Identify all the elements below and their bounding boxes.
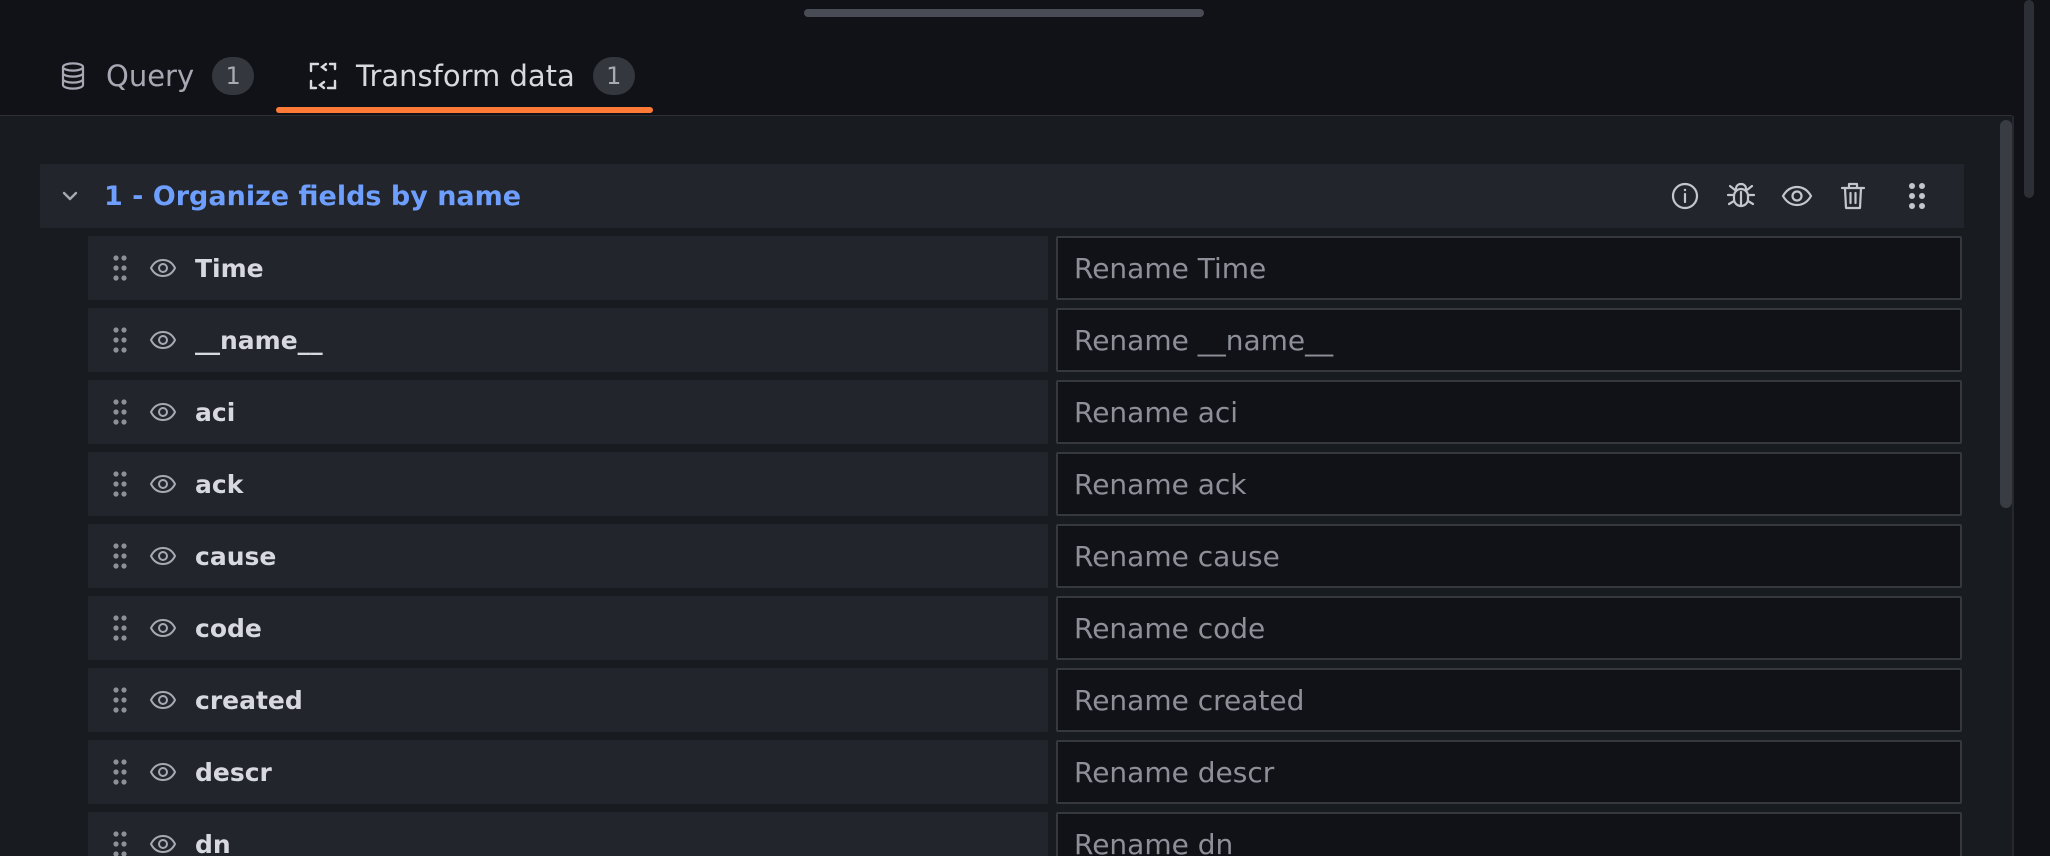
field-name: created bbox=[195, 685, 303, 715]
tab-transform-label: Transform data bbox=[356, 59, 575, 93]
drag-handle-icon[interactable] bbox=[110, 253, 130, 283]
field-label-cell: code bbox=[88, 596, 1048, 660]
transformation-header[interactable]: 1 - Organize fields by name bbox=[40, 164, 1964, 228]
app-root: Query 1 Transform data 1 1 - Organize fi… bbox=[0, 0, 2050, 856]
rename-field-input[interactable] bbox=[1056, 740, 1962, 804]
info-icon[interactable] bbox=[1668, 179, 1702, 213]
field-name: dn bbox=[195, 829, 231, 856]
field-name: __name__ bbox=[195, 325, 323, 355]
drag-handle-icon[interactable] bbox=[1900, 179, 1934, 213]
field-row: Time bbox=[88, 236, 1964, 300]
field-name: Time bbox=[195, 253, 264, 283]
drag-handle-icon[interactable] bbox=[110, 757, 130, 787]
rename-field-input[interactable] bbox=[1056, 668, 1962, 732]
tab-query-count: 1 bbox=[212, 57, 255, 95]
debug-icon[interactable] bbox=[1724, 179, 1758, 213]
transform-icon bbox=[308, 61, 338, 91]
rename-field-input[interactable] bbox=[1056, 524, 1962, 588]
eye-icon[interactable] bbox=[1780, 179, 1814, 213]
field-label-cell: descr bbox=[88, 740, 1048, 804]
drag-handle-icon[interactable] bbox=[110, 829, 130, 856]
eye-icon[interactable] bbox=[148, 541, 178, 571]
drag-handle-icon[interactable] bbox=[110, 397, 130, 427]
drag-handle-icon[interactable] bbox=[110, 469, 130, 499]
rename-field-input[interactable] bbox=[1056, 236, 1962, 300]
field-name: descr bbox=[195, 757, 272, 787]
field-label-cell: cause bbox=[88, 524, 1048, 588]
database-icon bbox=[58, 61, 88, 91]
eye-icon[interactable] bbox=[148, 757, 178, 787]
rename-field-input[interactable] bbox=[1056, 308, 1962, 372]
eye-icon[interactable] bbox=[148, 829, 178, 856]
page-scrollbar[interactable] bbox=[2024, 0, 2034, 198]
field-name: aci bbox=[195, 397, 236, 427]
eye-icon[interactable] bbox=[148, 253, 178, 283]
field-name: ack bbox=[195, 469, 244, 499]
eye-icon[interactable] bbox=[148, 685, 178, 715]
panel-edge bbox=[2012, 116, 2014, 856]
field-row: created bbox=[88, 668, 1964, 732]
eye-icon[interactable] bbox=[148, 613, 178, 643]
field-row: aci bbox=[88, 380, 1964, 444]
rename-field-input[interactable] bbox=[1056, 812, 1962, 856]
editor-tabs: Query 1 Transform data 1 bbox=[0, 0, 2012, 116]
drag-handle-icon[interactable] bbox=[110, 613, 130, 643]
tab-transform-count: 1 bbox=[592, 57, 635, 95]
drag-handle-icon[interactable] bbox=[110, 541, 130, 571]
tab-transform-data[interactable]: Transform data 1 bbox=[308, 52, 635, 100]
eye-icon[interactable] bbox=[148, 469, 178, 499]
field-label-cell: Time bbox=[88, 236, 1048, 300]
field-row: cause bbox=[88, 524, 1964, 588]
field-row: __name__ bbox=[88, 308, 1964, 372]
rename-field-input[interactable] bbox=[1056, 380, 1962, 444]
transformation-title[interactable]: 1 - Organize fields by name bbox=[104, 181, 521, 212]
active-tab-indicator bbox=[276, 107, 653, 113]
field-label-cell: ack bbox=[88, 452, 1048, 516]
field-label-cell: aci bbox=[88, 380, 1048, 444]
field-row: ack bbox=[88, 452, 1964, 516]
drag-handle-icon[interactable] bbox=[110, 325, 130, 355]
field-row: code bbox=[88, 596, 1964, 660]
tab-query[interactable]: Query 1 bbox=[58, 52, 255, 100]
field-label-cell: __name__ bbox=[88, 308, 1048, 372]
field-row: dn bbox=[88, 812, 1964, 856]
tab-query-label: Query bbox=[106, 59, 195, 93]
field-name: code bbox=[195, 613, 262, 643]
field-label-cell: created bbox=[88, 668, 1048, 732]
eye-icon[interactable] bbox=[148, 325, 178, 355]
field-name: cause bbox=[195, 541, 277, 571]
field-row: descr bbox=[88, 740, 1964, 804]
field-label-cell: dn bbox=[88, 812, 1048, 856]
drag-handle-icon[interactable] bbox=[110, 685, 130, 715]
rename-field-input[interactable] bbox=[1056, 452, 1962, 516]
trash-icon[interactable] bbox=[1836, 179, 1870, 213]
transformation-actions bbox=[1646, 164, 1934, 228]
panel-scrollbar-thumb[interactable] bbox=[2000, 120, 2012, 508]
eye-icon[interactable] bbox=[148, 397, 178, 427]
chevron-down-icon[interactable] bbox=[58, 184, 82, 208]
rename-field-input[interactable] bbox=[1056, 596, 1962, 660]
